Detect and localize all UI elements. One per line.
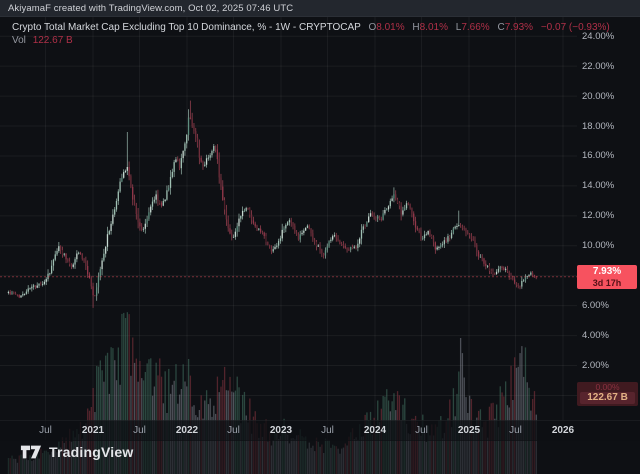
high-value: 8.01% <box>420 22 448 33</box>
chart-canvas[interactable] <box>0 0 640 474</box>
volume-axis-badge: 0.00% 122.67 B <box>577 382 638 406</box>
price-axis-label: 14.00% <box>582 180 636 191</box>
time-axis-year-label: 2025 <box>458 425 480 436</box>
price-axis-label: 2.00% <box>582 360 636 371</box>
price-axis-label: 16.00% <box>582 150 636 161</box>
price-axis-label: 24.00% <box>582 31 636 42</box>
close-value: 7.93% <box>505 22 533 33</box>
time-axis-month-label: Jul <box>509 425 522 436</box>
last-price-badge: 7.93% 3d 17h <box>577 265 637 289</box>
price-axis-label: 20.00% <box>582 91 636 102</box>
price-axis-label: 6.00% <box>582 300 636 311</box>
attribution-bar: AkiyamaF created with TradingView.com, O… <box>0 0 640 17</box>
tradingview-logo[interactable]: TradingView <box>20 444 133 460</box>
legend-volume-row: Vol 122.67 B <box>12 34 610 47</box>
low-value: 7.66% <box>461 22 489 33</box>
volume-value: 122.67 B <box>33 35 73 46</box>
zero-percent-tick: 0.00% <box>577 383 638 392</box>
tradingview-logo-icon <box>20 444 42 460</box>
legend-symbol-row: Crypto Total Market Cap Excluding Top 10… <box>12 21 610 34</box>
bar-countdown: 3d 17h <box>577 278 637 288</box>
high-label: H <box>412 22 419 33</box>
tradingview-chart-window: Jul 2021 Jul 2022 Jul 2023 Jul 2024 Jul 2025 Jul 20… <box>0 0 640 474</box>
volume-axis-value: 122.67 B <box>580 392 635 404</box>
time-axis-year-label: 2022 <box>176 425 198 436</box>
price-axis-label: 12.00% <box>582 210 636 221</box>
volume-label[interactable]: Vol <box>12 35 26 46</box>
time-axis-month-label: Jul <box>415 425 428 436</box>
time-axis-month-label: Jul <box>227 425 240 436</box>
chart-legend: Crypto Total Market Cap Excluding Top 10… <box>12 21 610 47</box>
symbol-title[interactable]: Crypto Total Market Cap Excluding Top 10… <box>12 22 361 33</box>
time-axis-year-label: 2023 <box>270 425 292 436</box>
time-axis-month-label: Jul <box>133 425 146 436</box>
price-axis-label: 4.00% <box>582 330 636 341</box>
attribution-text: AkiyamaF created with TradingView.com, O… <box>8 3 293 14</box>
time-axis-month-label: Jul <box>321 425 334 436</box>
time-axis-month-label: Jul <box>39 425 52 436</box>
time-axis-year-label: 2021 <box>82 425 104 436</box>
time-axis[interactable]: Jul 2021 Jul 2022 Jul 2023 Jul 2024 Jul 2025 Jul 20… <box>0 420 640 441</box>
last-price-value: 7.93% <box>577 266 637 278</box>
open-value: 8.01% <box>376 22 404 33</box>
price-axis-label: 22.00% <box>582 61 636 72</box>
time-axis-year-label: 2026 <box>552 425 574 436</box>
price-axis-label: 10.00% <box>582 240 636 251</box>
tradingview-logo-text: TradingView <box>49 444 133 460</box>
time-axis-year-label: 2024 <box>364 425 386 436</box>
close-label: C <box>497 22 504 33</box>
price-axis-label: 18.00% <box>582 121 636 132</box>
